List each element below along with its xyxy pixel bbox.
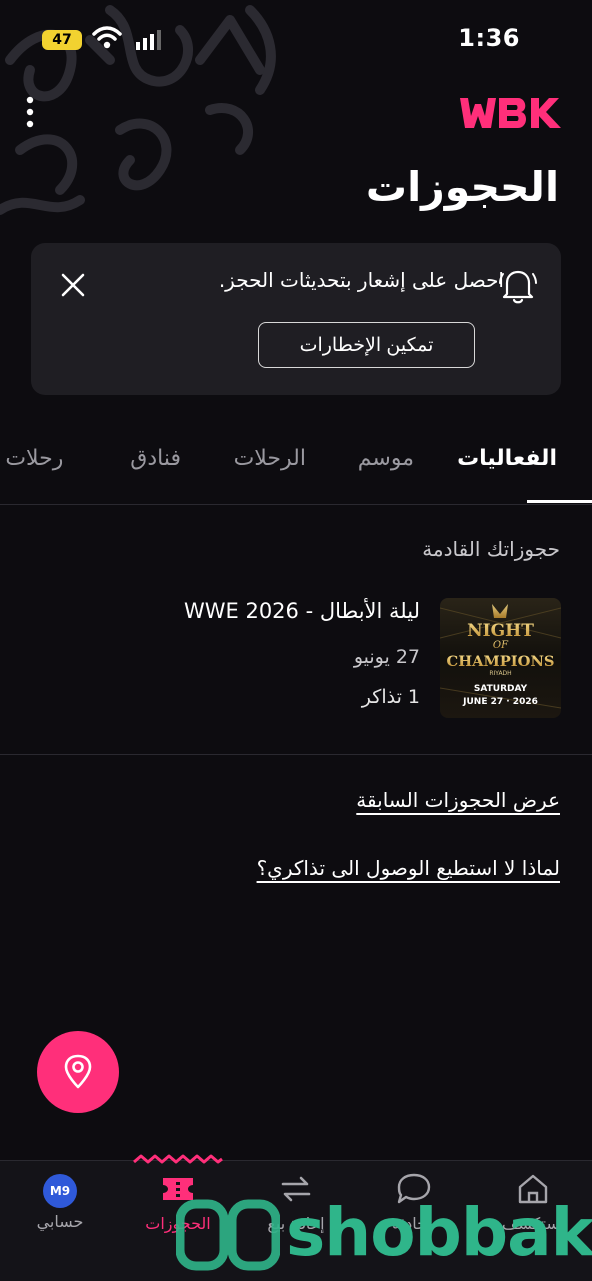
- poster-line-1: NIGHT: [467, 621, 534, 641]
- event-poster[interactable]: NIGHT OF CHAMPIONS RIYADH SATURDAY JUNE …: [440, 598, 561, 718]
- wbk-logo: [460, 98, 561, 128]
- cant-access-tickets-link[interactable]: لماذا لا استطيع الوصول الى تذاكري؟: [257, 856, 560, 880]
- wifi-icon: [92, 26, 122, 49]
- battery-indicator: 47: [42, 30, 82, 50]
- tab-events[interactable]: الفعاليات: [457, 446, 557, 471]
- past-bookings-link[interactable]: عرض الحجوزات السابقة: [356, 788, 560, 812]
- tab-hotels[interactable]: فنادق: [130, 446, 181, 471]
- tab-trips[interactable]: الرحلات: [234, 446, 306, 471]
- poster-line-5: SATURDAY: [474, 684, 528, 694]
- notification-text: احصل على إشعار بتحديثات الحجز.: [218, 268, 504, 292]
- more-options-icon[interactable]: [16, 92, 44, 132]
- poster-line-2: OF: [493, 640, 509, 651]
- tab-divider: [0, 504, 592, 505]
- poster-line-4: RIYADH: [489, 670, 511, 677]
- page-title: الحجوزات: [365, 163, 559, 211]
- watermark-text: shobbak: [286, 1194, 592, 1271]
- booking-title[interactable]: ليلة الأبطال - WWE 2026: [184, 599, 420, 623]
- status-time: 1:36: [458, 24, 520, 52]
- close-icon[interactable]: [58, 270, 88, 300]
- map-pin-icon: [64, 1054, 92, 1089]
- enable-notifications-button[interactable]: تمكين الإخطارات: [258, 322, 475, 368]
- tab-season[interactable]: موسم: [358, 446, 414, 471]
- active-tab-indicator: [527, 500, 592, 503]
- signal-icon: [136, 30, 161, 50]
- poster-line-3: CHAMPIONS: [447, 654, 555, 670]
- location-fab[interactable]: [37, 1031, 119, 1113]
- booking-tickets: 1 تذاكر: [361, 686, 420, 708]
- upcoming-bookings-title: حجوزاتك القادمة: [422, 537, 560, 561]
- avatar: M9: [43, 1174, 77, 1208]
- active-nav-indicator: [133, 1154, 223, 1164]
- section-divider: [0, 754, 592, 755]
- nav-account-label: حسابي: [36, 1212, 84, 1231]
- shobbak-watermark-logo: [176, 1199, 280, 1271]
- notification-card: [31, 243, 561, 395]
- nav-account[interactable]: M9 حسابي: [5, 1172, 115, 1231]
- tab-flights[interactable]: رحلات ط: [0, 446, 76, 471]
- poster-line-6: JUNE 27 · 2026: [462, 697, 538, 707]
- booking-date: 27 يونيو: [353, 646, 420, 668]
